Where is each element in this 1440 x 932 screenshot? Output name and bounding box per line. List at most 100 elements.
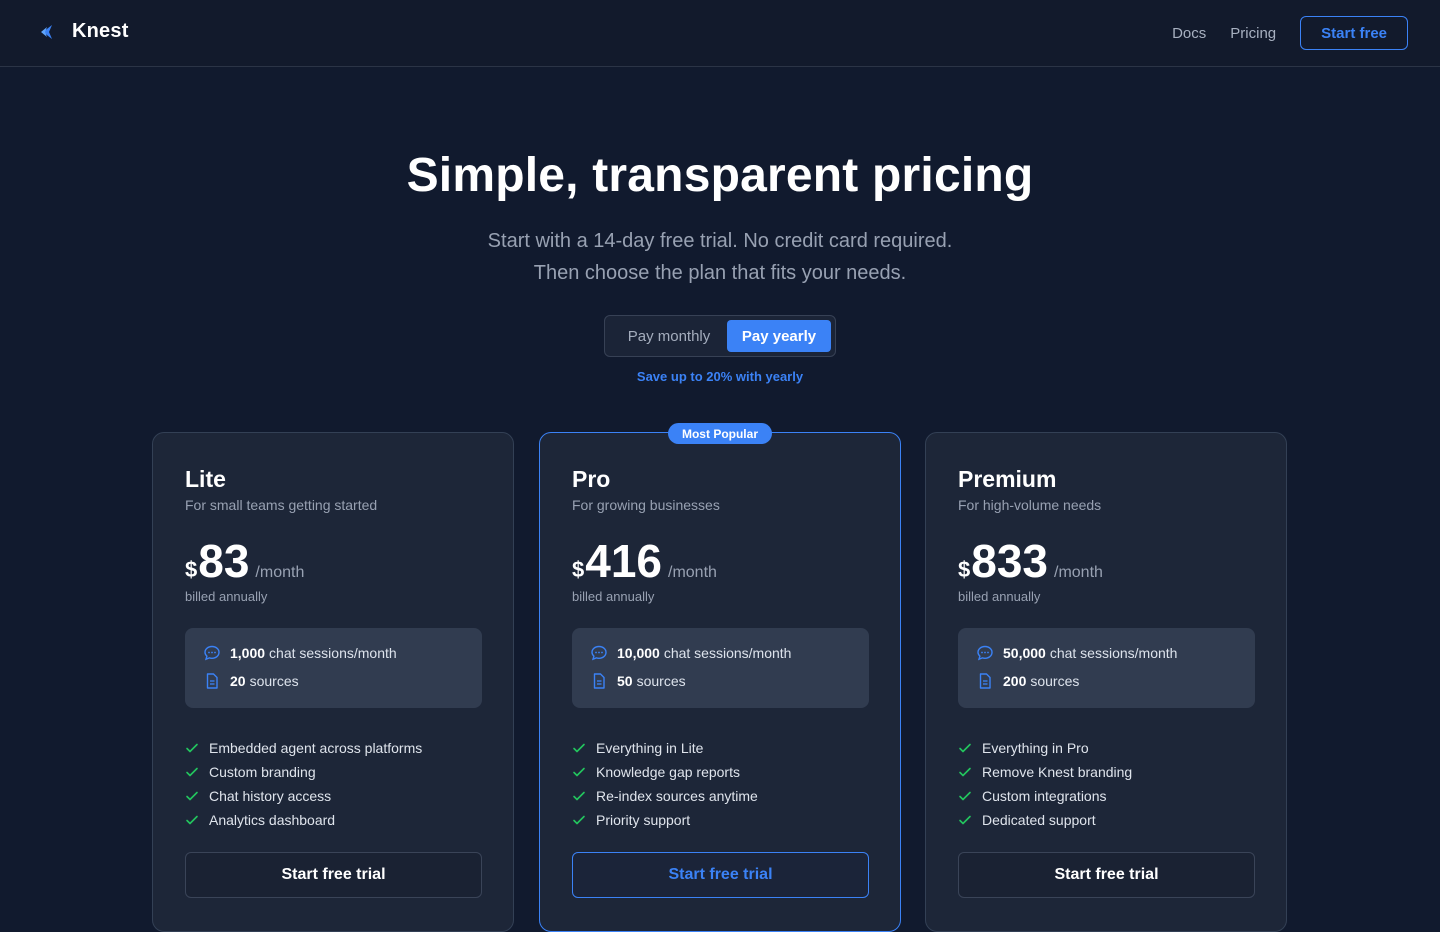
plan-description: For growing businesses	[572, 497, 720, 513]
billing-toggle: Pay monthly Pay yearly	[604, 315, 836, 357]
plan-description: For small teams getting started	[185, 497, 378, 513]
plan-card-premium: Premium For high-volume needs $ 833 /mon…	[925, 432, 1287, 932]
chat-bubble-icon	[977, 645, 993, 661]
nav-link-docs[interactable]: Docs	[1172, 25, 1206, 42]
feature-text: Everything in Pro	[982, 740, 1089, 756]
hero-subtitle-line-1: Start with a 14-day free trial. No credi…	[487, 230, 953, 252]
check-icon	[186, 815, 198, 825]
sessions-count: 50,000	[1003, 645, 1046, 661]
sources-limit: 200 sources	[976, 672, 1079, 690]
list-item: Dedicated support	[958, 808, 1132, 832]
list-item: Remove Knest branding	[958, 760, 1132, 784]
check-icon	[186, 767, 198, 777]
sources-count: 200	[1003, 673, 1027, 689]
feature-text: Everything in Lite	[596, 740, 704, 756]
document-icon	[593, 673, 605, 689]
price-currency: $	[572, 557, 585, 582]
billing-note: billed annually	[572, 589, 655, 604]
list-item: Chat history access	[185, 784, 422, 808]
sources-label: sources	[636, 673, 686, 689]
feature-text: Chat history access	[209, 788, 332, 804]
main-nav: Docs Pricing Start free	[1172, 16, 1408, 50]
price-amount: 83	[198, 535, 250, 587]
chat-bubble-icon	[204, 645, 220, 661]
list-item: Custom integrations	[958, 784, 1132, 808]
hero: Simple, transparent pricing Start with a…	[0, 148, 1440, 289]
sessions-limit: 10,000 chat sessions/month	[590, 644, 791, 662]
feature-text: Custom branding	[209, 764, 316, 780]
sessions-label: chat sessions/month	[269, 645, 397, 661]
plan-limits: 50,000 chat sessions/month 200 sources	[958, 628, 1255, 708]
feature-list: Everything in Lite Knowledge gap reports…	[572, 736, 758, 832]
brand[interactable]: Knest	[38, 20, 129, 43]
feature-list: Embedded agent across platforms Custom b…	[185, 736, 422, 832]
plan-price: $ 83 /month	[185, 533, 304, 589]
yearly-savings-note: Save up to 20% with yearly	[636, 369, 804, 384]
feature-text: Knowledge gap reports	[596, 764, 740, 780]
feature-text: Analytics dashboard	[209, 812, 336, 828]
list-item: Priority support	[572, 808, 758, 832]
price-period: /month	[668, 564, 717, 581]
sources-count: 50	[617, 673, 633, 689]
sessions-label: chat sessions/month	[663, 645, 792, 661]
check-icon	[959, 743, 971, 753]
start-free-trial-button-pro[interactable]: Start free trial	[572, 852, 869, 898]
brand-name: Knest	[72, 20, 129, 42]
pay-yearly-option[interactable]: Pay yearly	[727, 320, 831, 352]
start-free-button[interactable]: Start free	[1300, 16, 1408, 50]
check-icon	[573, 743, 585, 753]
start-free-trial-button-lite[interactable]: Start free trial	[185, 852, 482, 898]
feature-text: Dedicated support	[982, 812, 1096, 828]
price-amount: 416	[585, 535, 662, 587]
check-icon	[959, 815, 971, 825]
plan-card-lite: Lite For small teams getting started $ 8…	[152, 432, 514, 932]
page-title: Simple, transparent pricing	[406, 149, 1034, 202]
billing-note: billed annually	[185, 589, 268, 604]
hero-subtitle-line-2: Then choose the plan that fits your need…	[533, 262, 907, 284]
plan-card-pro: Most Popular Pro For growing businesses …	[539, 423, 901, 932]
feature-text: Custom integrations	[982, 788, 1107, 804]
most-popular-badge: Most Popular	[668, 423, 772, 444]
sessions-count: 1,000	[230, 645, 266, 661]
start-free-trial-button-premium[interactable]: Start free trial	[958, 852, 1255, 898]
sessions-limit: 1,000 chat sessions/month	[203, 644, 397, 662]
plan-name: Premium	[958, 466, 1057, 492]
sessions-label: chat sessions/month	[1049, 645, 1178, 661]
plan-price: $ 416 /month	[572, 533, 717, 589]
plan-name: Pro	[572, 466, 611, 492]
pay-monthly-option[interactable]: Pay monthly	[613, 320, 725, 352]
hero-subtitle: Start with a 14-day free trial. No credi…	[0, 225, 1440, 289]
sessions-limit: 50,000 chat sessions/month	[976, 644, 1177, 662]
check-icon	[186, 791, 198, 801]
nav-link-pricing[interactable]: Pricing	[1230, 25, 1276, 42]
sources-label: sources	[249, 673, 299, 689]
check-icon	[573, 767, 585, 777]
top-nav-bar: Knest Docs Pricing Start free	[0, 0, 1440, 67]
list-item: Embedded agent across platforms	[185, 736, 422, 760]
check-icon	[573, 791, 585, 801]
list-item: Everything in Pro	[958, 736, 1132, 760]
price-period: /month	[255, 564, 305, 581]
price-amount: 833	[971, 535, 1048, 587]
feature-text: Remove Knest branding	[982, 764, 1133, 780]
plan-description: For high-volume needs	[958, 497, 1102, 513]
sources-label: sources	[1030, 673, 1080, 689]
price-period: /month	[1054, 564, 1103, 581]
check-icon	[959, 791, 971, 801]
sources-limit: 20 sources	[203, 672, 299, 690]
list-item: Custom branding	[185, 760, 422, 784]
document-icon	[206, 673, 218, 689]
sources-limit: 50 sources	[590, 672, 686, 690]
list-item: Re-index sources anytime	[572, 784, 758, 808]
sources-count: 20	[230, 673, 246, 689]
knest-logo-icon	[41, 24, 52, 39]
feature-text: Re-index sources anytime	[596, 788, 758, 804]
check-icon	[186, 743, 198, 753]
plan-limits: 10,000 chat sessions/month 50 sources	[572, 628, 869, 708]
plan-limits: 1,000 chat sessions/month 20 sources	[185, 628, 482, 708]
check-icon	[573, 815, 585, 825]
plan-name: Lite	[185, 466, 226, 492]
check-icon	[959, 767, 971, 777]
list-item: Knowledge gap reports	[572, 760, 758, 784]
document-icon	[979, 673, 991, 689]
